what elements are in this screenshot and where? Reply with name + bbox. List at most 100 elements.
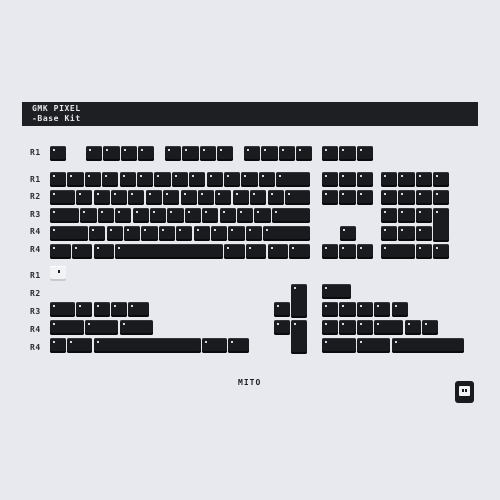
keycap xyxy=(93,190,110,205)
row-label: R1 xyxy=(30,271,41,280)
keycap xyxy=(138,146,155,161)
row-label: R4 xyxy=(30,245,41,254)
keycap xyxy=(128,190,145,205)
keycap xyxy=(50,302,75,317)
row-label: R2 xyxy=(30,289,41,298)
row-label: R3 xyxy=(30,307,41,316)
keycap xyxy=(165,146,182,161)
keycap xyxy=(415,226,432,241)
keycap xyxy=(182,146,199,161)
keycap xyxy=(374,302,391,317)
keycap xyxy=(189,172,206,187)
keycap xyxy=(415,244,432,259)
keycap xyxy=(322,172,339,187)
keycap xyxy=(106,226,123,241)
keycap xyxy=(215,190,232,205)
keycap xyxy=(50,320,84,335)
keycap xyxy=(176,226,193,241)
keycap xyxy=(237,208,254,223)
keycap xyxy=(356,320,373,335)
keycap xyxy=(356,172,373,187)
keycap xyxy=(322,146,339,161)
keycap xyxy=(93,244,115,259)
keycap xyxy=(245,244,267,259)
keycap xyxy=(322,244,339,259)
keycap xyxy=(50,172,67,187)
keycap xyxy=(210,226,228,241)
keycap xyxy=(339,244,356,259)
keycap xyxy=(71,244,93,259)
keycap xyxy=(322,190,339,205)
keycap xyxy=(86,146,103,161)
keycap xyxy=(224,244,245,259)
keycap xyxy=(381,244,415,259)
keycap xyxy=(415,208,432,223)
keycap xyxy=(415,172,432,187)
keycap xyxy=(274,320,291,335)
keycap xyxy=(202,338,228,353)
keycap xyxy=(254,208,271,223)
keycap xyxy=(274,302,291,317)
keycap xyxy=(93,302,110,317)
keycap xyxy=(167,208,184,223)
keycap xyxy=(123,226,141,241)
keycap xyxy=(67,172,84,187)
keycap xyxy=(50,208,80,223)
keycap xyxy=(184,208,202,223)
row-label: R1 xyxy=(30,175,41,184)
keycap xyxy=(340,226,357,241)
keycap xyxy=(391,302,408,317)
keycap xyxy=(381,172,398,187)
keycap xyxy=(271,208,310,223)
keycap xyxy=(244,146,261,161)
keycap xyxy=(141,226,158,241)
keycap xyxy=(339,146,356,161)
keycap xyxy=(110,302,128,317)
row-label: R4 xyxy=(30,227,41,236)
keycap xyxy=(50,338,67,353)
keycap xyxy=(398,226,415,241)
keyset-layout-panel: GMK PIXEL -Base Kit R1 R1 R2 R3 R4 R4 R1… xyxy=(0,0,500,500)
keycap xyxy=(84,172,101,187)
keycap xyxy=(339,320,356,335)
keycap xyxy=(228,338,249,353)
keycap xyxy=(199,146,216,161)
keycap xyxy=(202,208,219,223)
keycap xyxy=(422,320,439,335)
keycap xyxy=(245,226,262,241)
keycap xyxy=(232,190,249,205)
keycap xyxy=(84,320,119,335)
keycap xyxy=(398,172,415,187)
keycap xyxy=(356,338,391,353)
keycap xyxy=(89,226,106,241)
keycap xyxy=(50,146,67,161)
keycap xyxy=(193,226,210,241)
keycap xyxy=(145,190,162,205)
row-label: R1 xyxy=(30,148,41,157)
keycap xyxy=(206,172,223,187)
keycap xyxy=(339,190,356,205)
keycap xyxy=(433,190,450,205)
keycap xyxy=(115,208,132,223)
keycap xyxy=(278,146,295,161)
keycap xyxy=(339,302,356,317)
keycap xyxy=(50,244,71,259)
keycap xyxy=(80,208,97,223)
keycap xyxy=(291,284,308,318)
keycap xyxy=(154,172,171,187)
keycap xyxy=(398,208,415,223)
keycap xyxy=(339,172,356,187)
keycap xyxy=(137,172,154,187)
keycap xyxy=(322,338,356,353)
keycap xyxy=(50,190,75,205)
keycap xyxy=(356,244,373,259)
keycap xyxy=(322,320,339,335)
keycap xyxy=(263,226,310,241)
keycap xyxy=(171,172,188,187)
keycap xyxy=(97,208,115,223)
pixel-ghost-icon xyxy=(455,381,474,403)
row-label: R2 xyxy=(30,192,41,201)
keycap xyxy=(289,244,310,259)
keycap xyxy=(374,320,404,335)
kit-subtitle: -Base Kit xyxy=(32,114,81,123)
